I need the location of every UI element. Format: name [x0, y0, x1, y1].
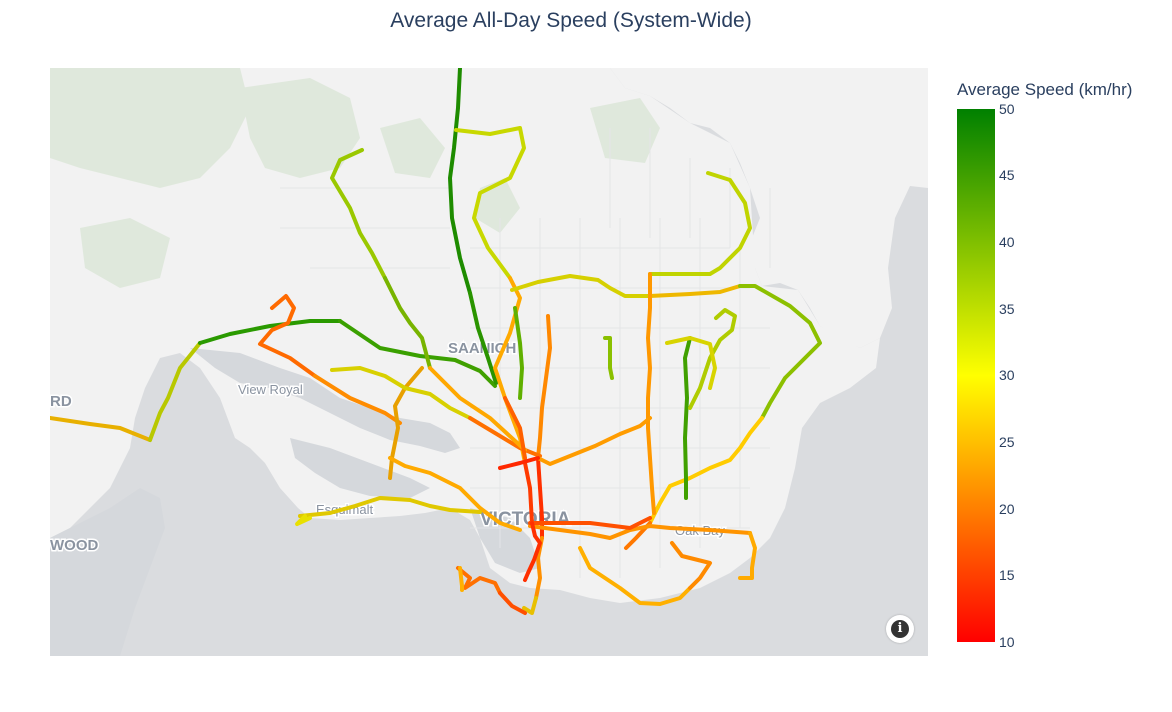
label-wood: WOOD — [50, 537, 98, 554]
label-view-royal: View Royal — [238, 382, 303, 397]
route-segment — [458, 566, 464, 592]
colorbar-gradient — [957, 109, 995, 642]
info-icon: i — [891, 620, 909, 638]
colorbar-tick: 15 — [999, 567, 1015, 583]
route-segment — [498, 591, 527, 615]
map-canvas[interactable]: SAANICH View Royal VICTORIA Esquimalt Oa… — [50, 68, 928, 656]
colorbar-tick: 20 — [999, 501, 1015, 517]
colorbar-tick: 10 — [999, 634, 1015, 650]
colorbar-tick: 30 — [999, 367, 1015, 383]
colorbar-tick: 40 — [999, 234, 1015, 250]
colorbar-tick: 50 — [999, 101, 1015, 117]
map-view[interactable]: SAANICH View Royal VICTORIA Esquimalt Oa… — [50, 68, 928, 656]
label-rd: RD — [50, 393, 72, 410]
chart-title: Average All-Day Speed (System-Wide) — [390, 9, 752, 32]
route-segment — [522, 596, 538, 615]
colorbar-tick: 45 — [999, 167, 1015, 183]
colorbar-tick: 25 — [999, 434, 1015, 450]
info-button[interactable]: i — [886, 615, 914, 643]
route-segment — [456, 566, 502, 595]
colorbar-tick: 35 — [999, 301, 1015, 317]
colorbar-title: Average Speed (km/hr) — [957, 80, 1133, 99]
